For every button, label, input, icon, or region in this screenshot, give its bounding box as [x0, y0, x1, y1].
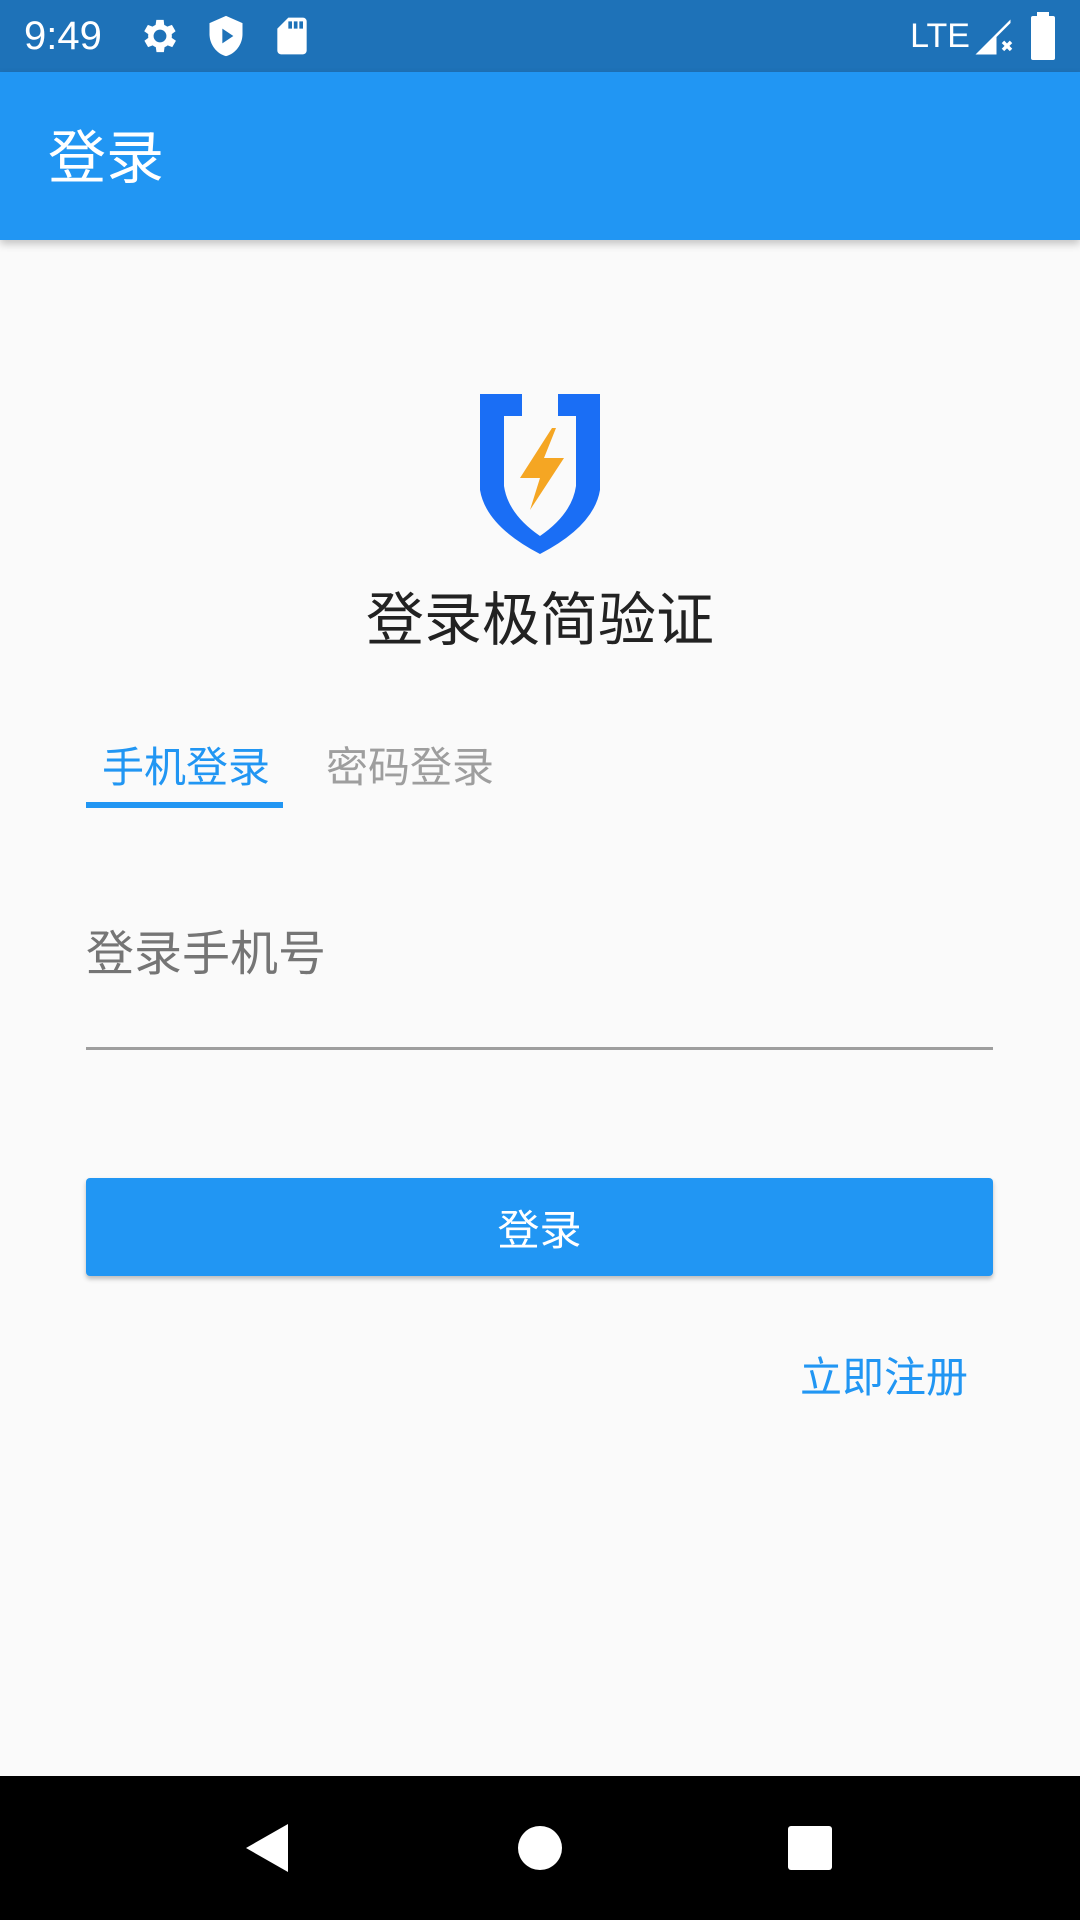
- brand-title: 登录极简验证: [365, 586, 714, 654]
- recents-icon[interactable]: [760, 1798, 860, 1898]
- back-icon[interactable]: [220, 1798, 320, 1898]
- play-protect-icon: [209, 15, 243, 57]
- tab-indicator: [86, 802, 283, 808]
- tab-password-login[interactable]: 密码登录: [326, 740, 494, 796]
- network-type: LTE: [910, 17, 970, 55]
- signal-icon: [975, 19, 1013, 55]
- phone-input[interactable]: [86, 910, 993, 1050]
- page-title: 登录: [48, 124, 165, 192]
- app-bar: 登录: [0, 72, 1080, 240]
- home-icon[interactable]: [490, 1798, 590, 1898]
- status-bar: 9:49 LTE: [0, 0, 1080, 72]
- status-time: 9:49: [24, 14, 102, 58]
- navigation-bar: [0, 1776, 1080, 1920]
- tab-phone-login[interactable]: 手机登录: [102, 740, 270, 796]
- shield-lightning-logo: [480, 394, 600, 554]
- login-button[interactable]: 登录: [86, 1178, 993, 1276]
- sd-card-icon: [277, 17, 307, 55]
- register-link[interactable]: 立即注册: [800, 1350, 968, 1406]
- gear-icon: [144, 19, 176, 53]
- battery-icon: [1031, 12, 1055, 60]
